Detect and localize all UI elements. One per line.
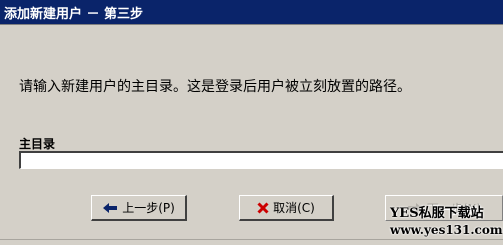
cancel-button-label: 取消(C) <box>273 201 315 215</box>
bottom-divider <box>0 239 503 240</box>
home-directory-input[interactable] <box>19 151 503 169</box>
arrow-left-icon <box>102 202 118 214</box>
watermark-line-1: YES私服下载站 <box>390 206 484 221</box>
watermark-line-2: www.yes131.com <box>390 223 503 237</box>
back-button[interactable]: 上一步(P) <box>91 195 187 221</box>
back-button-label: 上一步(P) <box>122 201 175 215</box>
title-bar[interactable]: 添加新建用户 － 第三步 <box>0 0 503 24</box>
add-user-wizard-window: 添加新建用户 － 第三步 请输入新建用户的主目录。这是登录后用户被立刻放置的路径… <box>0 0 503 245</box>
title-divider <box>0 24 503 25</box>
x-icon <box>257 201 269 214</box>
cancel-button[interactable]: 取消(C) <box>239 195 334 221</box>
instruction-text: 请输入新建用户的主目录。这是登录后用户被立刻放置的路径。 <box>19 79 411 95</box>
window-title: 添加新建用户 － 第三步 <box>4 6 144 22</box>
site-watermark: YES私服下载站 www.yes131.com <box>390 206 503 238</box>
home-directory-label: 主目录 <box>19 137 56 151</box>
